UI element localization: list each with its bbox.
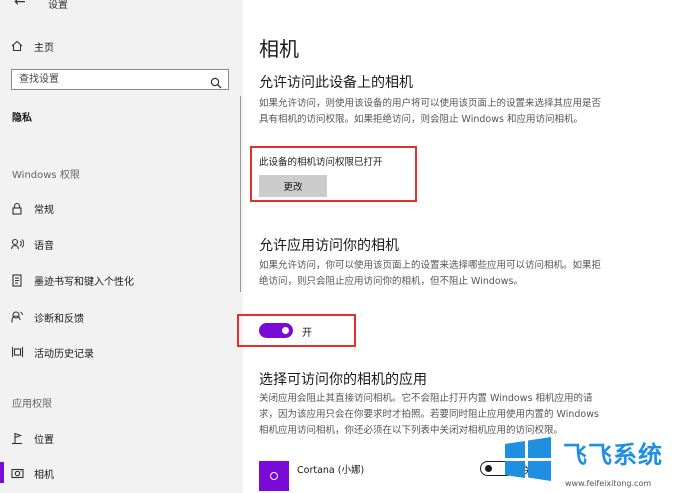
search-box[interactable]	[11, 69, 229, 90]
sidebar-scrollbar[interactable]	[240, 96, 241, 292]
site-watermark: 飞飞系统 www.feifeixitong.com	[497, 431, 697, 493]
activity-history-icon	[0, 346, 34, 358]
section-app-access-heading: 允许应用访问你的相机	[259, 238, 399, 254]
back-arrow-icon[interactable]: ←	[14, 0, 26, 10]
app-access-toggle-label: 开	[302, 328, 312, 339]
page-title: 相机	[259, 37, 299, 61]
search-icon[interactable]	[210, 74, 222, 93]
sidebar-item-camera[interactable]: 相机	[0, 461, 243, 485]
sidebar-item-general[interactable]: 常规	[0, 196, 243, 220]
cortana-app-icon	[259, 461, 289, 491]
sidebar-item-label: 活动历史记录	[34, 348, 94, 360]
app-name: Cortana (小娜)	[297, 465, 365, 476]
watermark-text: 飞飞系统	[563, 441, 663, 469]
windows-logo-icon	[505, 437, 551, 481]
location-icon	[0, 432, 34, 445]
current-section-label: 隐私	[12, 113, 32, 124]
sidebar-item-label: 常规	[34, 204, 54, 216]
lock-icon	[0, 202, 34, 215]
app-access-toggle[interactable]	[259, 323, 293, 338]
search-input[interactable]	[12, 70, 202, 89]
cortana-ring-icon	[270, 472, 278, 480]
title-bar: ← 设置	[0, 0, 243, 12]
sidebar-item-label: 相机	[34, 469, 54, 481]
section-choose-apps-heading: 选择可访问你的相机的应用	[259, 372, 427, 388]
section-device-access-desc: 如果允许访问，则使用该设备的用户将可以使用该页面上的设置来选择其应用是否具有相机…	[259, 98, 602, 125]
sidebar-item-diagnostics[interactable]: 诊断和反馈	[0, 305, 243, 329]
inking-icon	[0, 273, 34, 287]
sidebar-item-label: 墨迹书写和键入个性化	[34, 276, 134, 288]
sidebar-item-label: 诊断和反馈	[34, 313, 84, 325]
sidebar-item-speech[interactable]: 语音	[0, 232, 243, 256]
windows-permissions-header: Windows 权限	[12, 170, 80, 181]
sidebar-item-label: 位置	[34, 434, 54, 446]
sidebar-item-label: 语音	[34, 240, 54, 252]
camera-icon	[0, 467, 34, 479]
diagnostics-icon	[0, 311, 34, 323]
speech-icon	[0, 238, 34, 250]
device-access-status: 此设备的相机访问权限已打开	[259, 157, 383, 168]
main-content: 相机 允许访问此设备上的相机 如果允许访问，则使用该设备的用户将可以使用该页面上…	[243, 0, 697, 493]
section-app-access-desc: 如果允许访问，你可以使用该页面上的设置来选择哪些应用可以访问相机。如果拒绝访问，…	[259, 260, 602, 287]
sidebar-item-label: 主页	[34, 42, 54, 54]
home-icon	[0, 40, 34, 52]
watermark-url: www.feifeixitong.com	[565, 479, 652, 488]
app-permissions-header: 应用权限	[12, 399, 52, 410]
section-device-access-heading: 允许访问此设备上的相机	[259, 75, 413, 91]
sidebar-item-location[interactable]: 位置	[0, 426, 243, 450]
settings-sidebar: ← 设置 主页 隐私 Windows 权限 常规 语音 墨迹书写和键入个性化	[0, 0, 243, 493]
toggle-knob	[485, 465, 492, 472]
window-title: 设置	[48, 0, 68, 11]
sidebar-item-inking[interactable]: 墨迹书写和键入个性化	[0, 268, 243, 292]
sidebar-item-activity-history[interactable]: 活动历史记录	[0, 340, 243, 364]
toggle-knob	[282, 327, 289, 334]
change-button[interactable]: 更改	[259, 175, 327, 197]
sidebar-item-home[interactable]: 主页	[0, 34, 243, 58]
